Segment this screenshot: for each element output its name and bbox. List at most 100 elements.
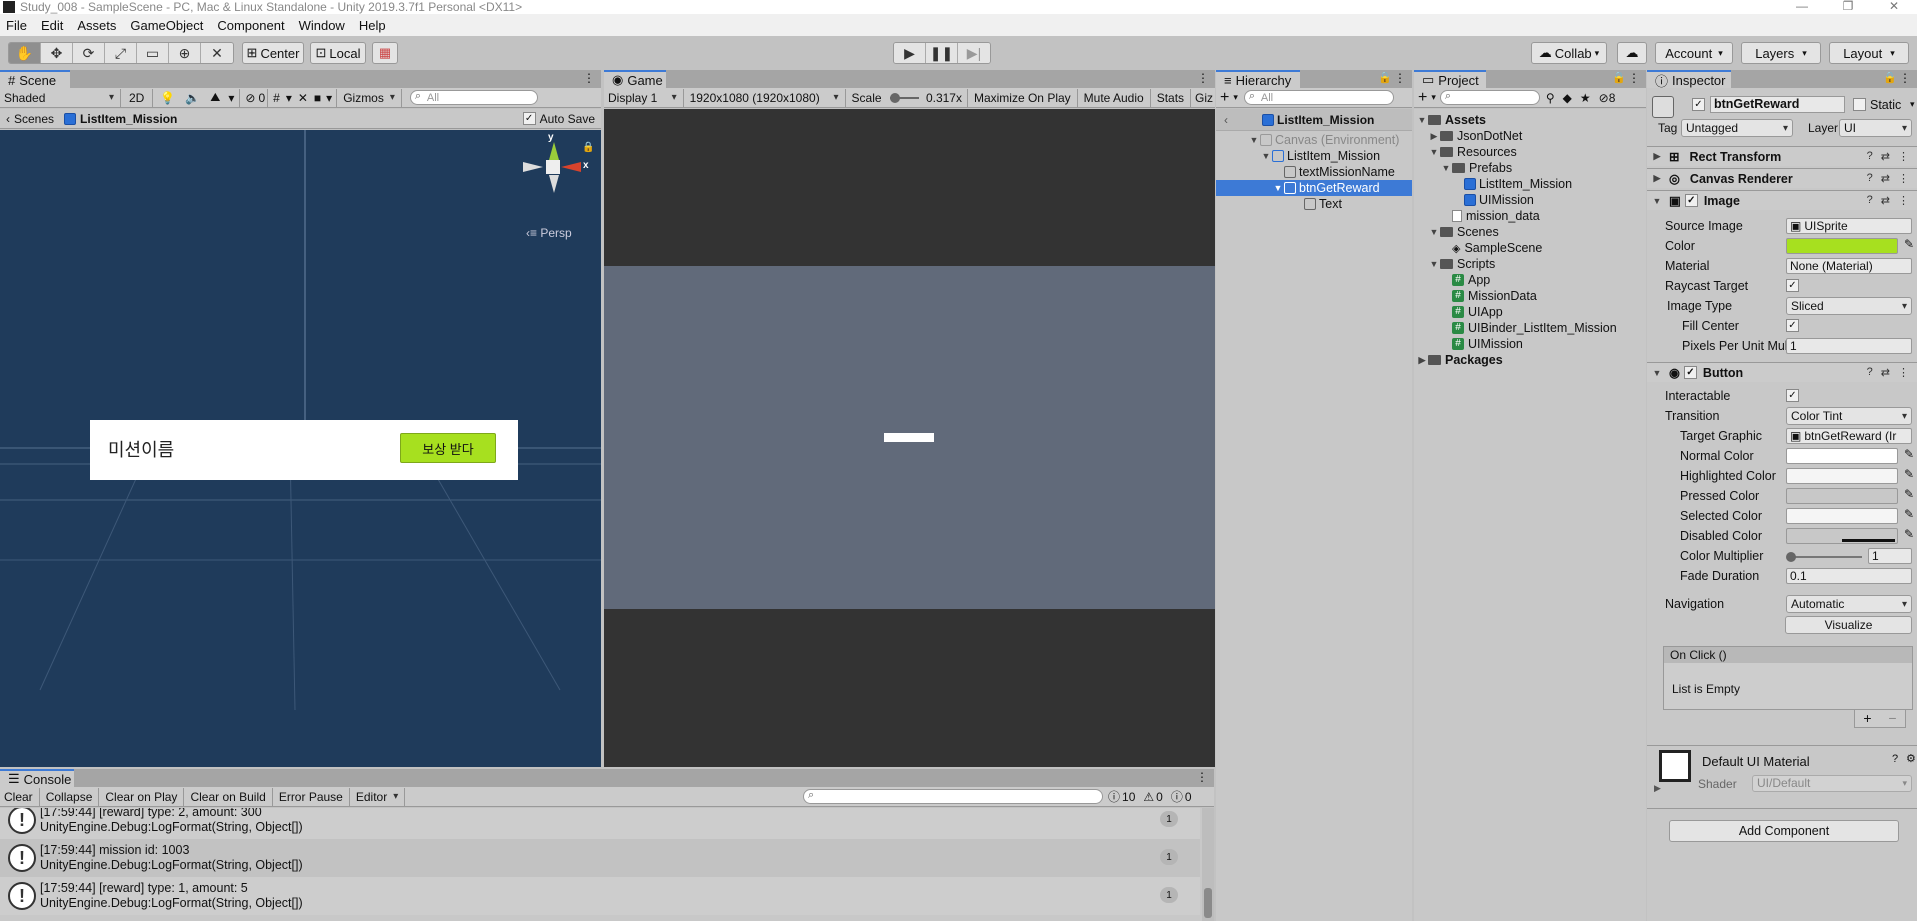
gizmo-center-cube[interactable] (546, 160, 560, 174)
resolution-dropdown[interactable]: 1920x1080 (1920x1080) (686, 89, 843, 107)
effects-icon[interactable]: ⛰ (205, 90, 225, 105)
project-folder[interactable]: ▶ JsonDotNet (1414, 128, 1646, 144)
navigation-dropdown[interactable]: Automatic (1786, 595, 1912, 613)
material-field[interactable]: None (Material) (1786, 258, 1912, 274)
rotate-tool-icon[interactable]: ⟳ (73, 43, 105, 63)
more-icon[interactable]: ⋮ (1394, 71, 1406, 85)
filter-type-icon[interactable]: ⚲ (1546, 91, 1555, 105)
preset-icon[interactable]: ⇄ (1881, 366, 1890, 379)
collab-button[interactable]: ☁ Collab ▾ (1531, 42, 1607, 64)
hierarchy-item-selected[interactable]: ▼ btnGetReward (1216, 180, 1412, 196)
snap-icon[interactable]: ▦ (372, 42, 398, 64)
highlighted-color-swatch[interactable] (1786, 468, 1898, 484)
project-file[interactable]: mission_data (1414, 208, 1646, 224)
visualize-button[interactable]: Visualize (1785, 616, 1912, 634)
tools-icon[interactable]: ✕ (295, 91, 311, 105)
menu-component[interactable]: Component (217, 18, 284, 33)
tag-dropdown[interactable]: Untagged (1681, 119, 1793, 137)
hierarchy-search-input[interactable]: All (1243, 90, 1394, 105)
step-icon[interactable]: ▶| (958, 43, 990, 63)
console-scrollbar[interactable] (1202, 808, 1214, 921)
menu-help[interactable]: Help (359, 18, 386, 33)
mute-audio-toggle[interactable]: Mute Audio (1080, 91, 1148, 105)
project-prefab[interactable]: ListItem_Mission (1414, 176, 1646, 192)
game-viewport[interactable] (604, 109, 1215, 767)
active-checkbox[interactable]: ✓ (1692, 98, 1705, 111)
pixels-per-unit-input[interactable]: 1 (1786, 338, 1912, 354)
pivot-local-button[interactable]: ⊡ Local (310, 42, 366, 64)
layout-dropdown[interactable]: Layout ▾ (1829, 42, 1909, 64)
project-search-input[interactable] (1439, 90, 1540, 105)
hidden-objects-icon[interactable]: ⊘ (242, 91, 258, 105)
orientation-gizmo[interactable]: y x 🔒 (516, 132, 596, 210)
add-component-button[interactable]: Add Component (1669, 820, 1899, 842)
scene-search-input[interactable]: All (409, 90, 538, 105)
color-swatch[interactable] (1786, 238, 1898, 254)
eyedropper-icon[interactable]: ✎ (1904, 467, 1914, 481)
pressed-color-swatch[interactable] (1786, 488, 1898, 504)
more-icon[interactable]: ⋮ (1898, 194, 1909, 207)
selected-color-swatch[interactable] (1786, 508, 1898, 524)
minimize-icon[interactable]: — (1779, 0, 1825, 12)
menu-window[interactable]: Window (299, 18, 345, 33)
help-icon[interactable]: ? (1867, 366, 1873, 379)
project-script[interactable]: # UIBinder_ListItem_Mission (1414, 320, 1646, 336)
create-icon[interactable]: + (1414, 89, 1431, 107)
auto-save-checkbox[interactable]: ✓ (522, 112, 536, 125)
back-arrow-icon[interactable]: ‹ (1216, 113, 1236, 127)
transition-dropdown[interactable]: Color Tint (1786, 407, 1912, 425)
project-folder[interactable]: ▼ Scenes (1414, 224, 1646, 240)
game-canvas[interactable] (604, 266, 1215, 609)
tab-hierarchy[interactable]: ≡ Hierarchy (1216, 70, 1300, 88)
shader-dropdown[interactable]: UI/Default ▾ (1752, 775, 1912, 792)
clear-button[interactable]: Clear (0, 790, 37, 804)
project-folder[interactable]: ▼ Prefabs (1414, 160, 1646, 176)
account-dropdown[interactable]: Account ▾ (1655, 42, 1733, 64)
warning-icon[interactable]: ⚠ (1143, 790, 1154, 804)
image-enabled-checkbox[interactable]: ✓ (1684, 194, 1698, 207)
clear-on-build-button[interactable]: Clear on Build (186, 790, 269, 804)
scrollbar-thumb[interactable] (1204, 888, 1212, 918)
create-dropdown-icon[interactable]: ▾ (1233, 92, 1238, 103)
project-folder[interactable]: ▼ Assets (1414, 112, 1646, 128)
back-arrow-icon[interactable]: ‹ (0, 112, 14, 126)
log-entry[interactable]: ! [17:59:44] [reward] type: 2, amount: 3… (0, 808, 1200, 839)
hierarchy-item[interactable]: textMissionName (1216, 164, 1412, 180)
fill-center-checkbox[interactable]: ✓ (1786, 319, 1799, 332)
eyedropper-icon[interactable]: ✎ (1904, 527, 1914, 541)
hierarchy-item[interactable]: ▼ ListItem_Mission (1216, 148, 1412, 164)
rect-tool-icon[interactable]: ▭ (137, 43, 169, 63)
hand-tool-icon[interactable]: ✋ (9, 43, 41, 63)
create-dropdown-icon[interactable]: ▾ (1431, 92, 1436, 103)
move-tool-icon[interactable]: ✥ (41, 43, 73, 63)
gizmo-y-axis[interactable] (549, 142, 559, 160)
eyedropper-icon[interactable]: ✎ (1904, 507, 1914, 521)
interactable-checkbox[interactable]: ✓ (1786, 389, 1799, 402)
shading-mode-dropdown[interactable]: Shaded (0, 89, 118, 107)
2d-toggle[interactable]: 2D (123, 91, 150, 105)
static-dropdown-icon[interactable]: ▾ (1910, 99, 1915, 110)
tab-inspector[interactable]: ⓘ Inspector (1647, 70, 1731, 89)
lock-icon[interactable]: 🔒 (1883, 71, 1897, 84)
list-item-preview[interactable]: 미션이름 보상 받다 (90, 420, 518, 480)
hidden-packages-icon[interactable]: ⊘ (1599, 91, 1609, 105)
projection-label[interactable]: ‹≡ Persp (526, 226, 572, 240)
log-icon[interactable]: ⓘ (1108, 788, 1120, 805)
button-header[interactable]: ▼ ◉ ✓ Button ? ⇄ ⋮ (1647, 362, 1917, 382)
audio-icon[interactable]: 🔈 (180, 91, 205, 105)
custom-tool-icon[interactable]: ✕ (201, 43, 233, 63)
project-script[interactable]: # UIMission (1414, 336, 1646, 352)
clear-on-play-button[interactable]: Clear on Play (101, 790, 181, 804)
pause-icon[interactable]: ❚❚ (926, 43, 958, 63)
eyedropper-icon[interactable]: ✎ (1904, 447, 1914, 461)
effects-dropdown-icon[interactable]: ▾ (225, 91, 237, 105)
log-entry[interactable]: ! [17:59:44] mission id: 1003 UnityEngin… (0, 839, 1200, 877)
preset-icon[interactable]: ⇄ (1881, 150, 1890, 163)
remove-listener-icon[interactable]: − (1888, 710, 1896, 727)
more-icon[interactable]: ⋮ (1628, 71, 1640, 85)
scale-slider[interactable] (889, 92, 919, 103)
gizmo-neg-y-axis[interactable] (549, 175, 559, 193)
filter-label-icon[interactable]: ◆ (1563, 91, 1572, 105)
help-icon[interactable]: ? (1867, 150, 1873, 163)
more-icon[interactable]: ⋮ (583, 71, 595, 85)
